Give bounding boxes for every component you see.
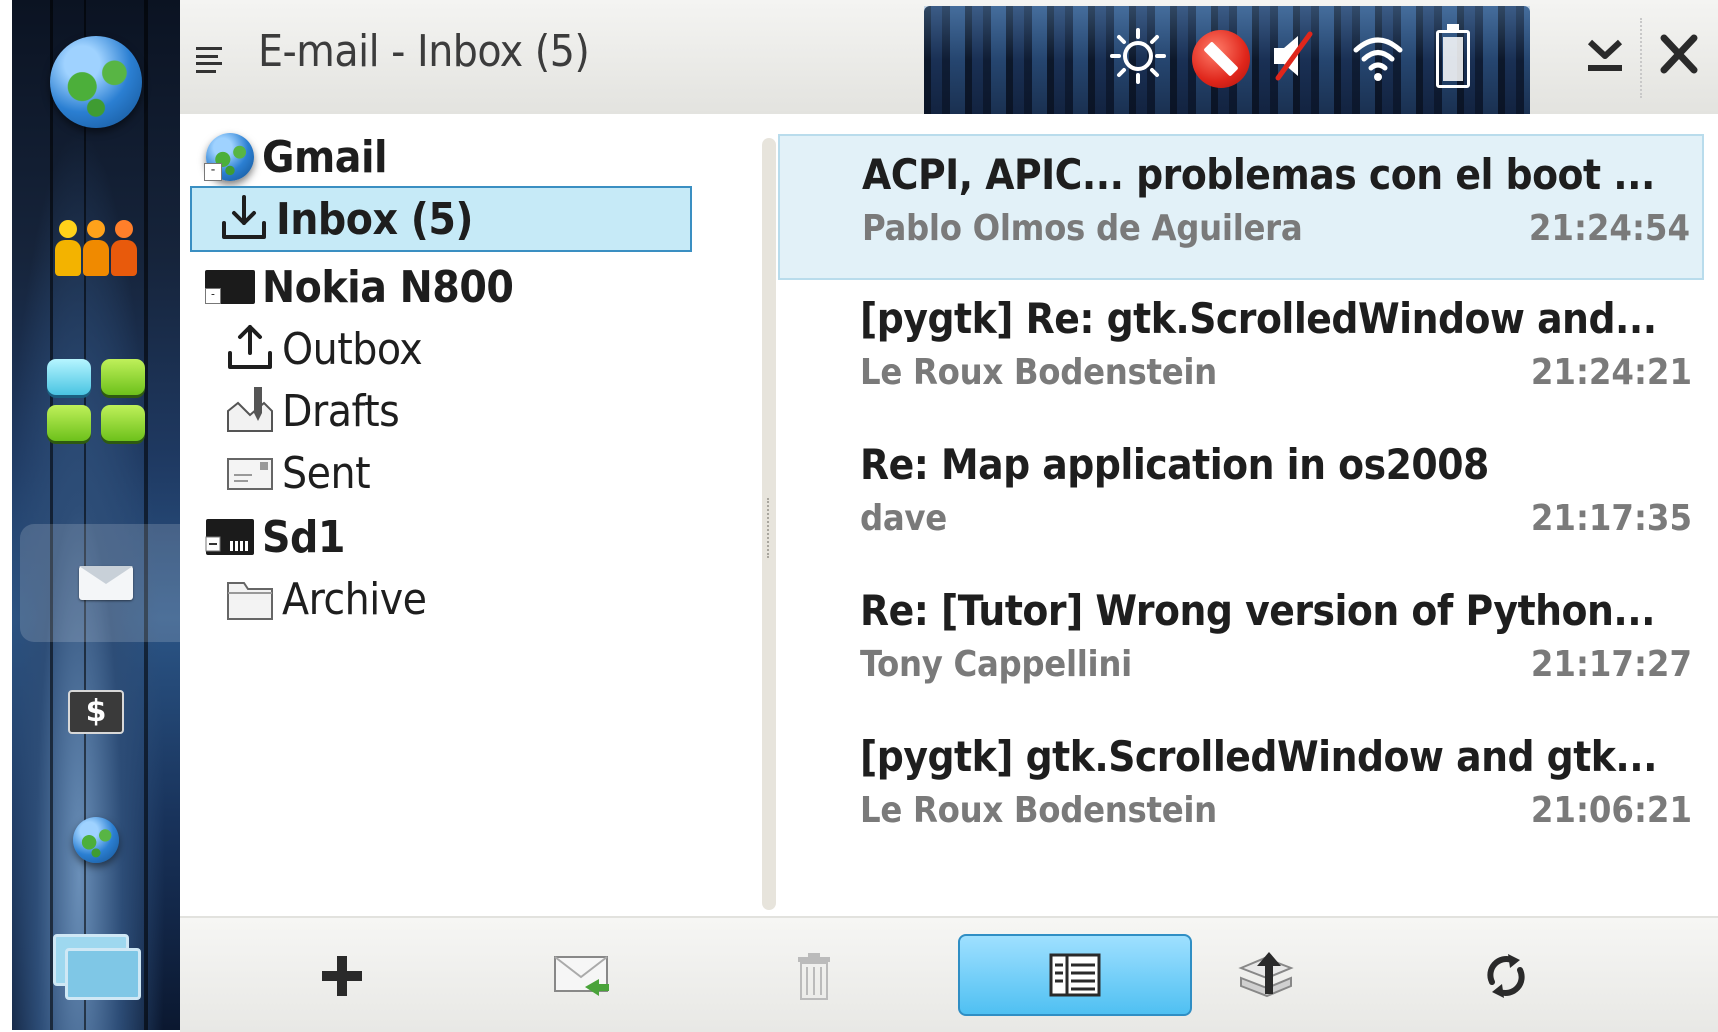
wifi-icon[interactable] — [1350, 28, 1406, 84]
folder-tree: - Gmail Inbox (5) - Nokia N800 Outbox Dr… — [180, 114, 740, 914]
applications-icon — [47, 359, 145, 441]
message-sender: Tony Cappellini — [860, 644, 1132, 685]
web-browser-icon — [50, 36, 142, 128]
volume-muted-icon[interactable] — [1268, 28, 1316, 84]
message-time: 21:24:54 — [1528, 208, 1690, 249]
folder-label: Nokia N800 — [262, 261, 514, 313]
folder-icon — [227, 582, 273, 620]
message-row[interactable]: [pygtk] Re: gtk.ScrolledWindow and... Le… — [778, 280, 1704, 426]
presence-offline-icon[interactable] — [1192, 30, 1250, 88]
folder-item-nokia-n800[interactable]: - Nokia N800 — [204, 254, 684, 320]
contacts-icon — [55, 220, 137, 276]
message-time: 21:24:21 — [1530, 352, 1692, 393]
send-receive-icon — [554, 956, 609, 996]
refresh-button[interactable] — [1456, 938, 1556, 1014]
menu-icon[interactable] — [196, 47, 222, 73]
window-title[interactable]: E-mail - Inbox (5) — [258, 26, 590, 77]
folder-item-sent[interactable]: Sent — [224, 440, 684, 506]
new-message-button[interactable] — [292, 938, 392, 1014]
money-button[interactable]: $ — [12, 652, 180, 772]
chevron-down-icon — [1587, 39, 1623, 71]
send-receive-button[interactable] — [532, 938, 632, 1014]
message-subject: ACPI, APIC... problemas con el boot ... — [862, 150, 1655, 199]
folder-item-gmail[interactable]: - Gmail — [204, 124, 684, 190]
task-switcher-icon — [53, 934, 141, 1000]
move-to-folder-icon — [1238, 952, 1294, 998]
folder-item-inbox[interactable]: Inbox (5) — [190, 186, 692, 252]
globe-icon: - — [204, 131, 256, 183]
message-time: 21:06:21 — [1530, 790, 1692, 831]
status-area — [924, 6, 1530, 114]
applications-button[interactable] — [12, 340, 180, 460]
folder-item-sd1[interactable]: Sd1 — [204, 504, 684, 570]
close-button[interactable] — [1640, 26, 1718, 86]
email-button[interactable] — [20, 524, 192, 642]
close-icon — [1660, 34, 1698, 74]
message-sender: Le Roux Bodenstein — [860, 790, 1217, 831]
inbox-icon — [222, 195, 266, 239]
folder-label: Archive — [282, 573, 427, 625]
delete-button[interactable] — [764, 938, 864, 1014]
folder-item-drafts[interactable]: Drafts — [224, 378, 684, 444]
folder-label: Drafts — [282, 385, 400, 437]
folder-label: Outbox — [282, 323, 423, 375]
message-sender: Le Roux Bodenstein — [860, 352, 1217, 393]
message-list-view-button[interactable] — [958, 934, 1192, 1016]
message-list: ACPI, APIC... problemas con el boot ... … — [778, 134, 1708, 874]
brightness-icon[interactable] — [1110, 28, 1166, 84]
task-switcher-button[interactable] — [12, 904, 180, 1024]
divider-grip[interactable] — [767, 498, 773, 558]
folder-label: Inbox (5) — [276, 193, 473, 245]
launcher-panel: $ — [12, 0, 192, 1030]
outbox-icon — [228, 325, 272, 369]
message-sender: dave — [860, 498, 947, 539]
message-time: 21:17:27 — [1530, 644, 1692, 685]
message-list-view-icon — [1049, 953, 1101, 997]
money-icon: $ — [68, 690, 124, 734]
folder-label: Sent — [282, 447, 371, 499]
internet-icon — [73, 817, 119, 863]
folder-item-outbox[interactable]: Outbox — [224, 316, 684, 382]
pane-divider[interactable] — [762, 138, 776, 910]
battery-icon[interactable] — [1436, 24, 1470, 88]
new-message-icon — [322, 956, 362, 996]
message-row[interactable]: Re: Map application in os2008 dave 21:17… — [778, 426, 1704, 572]
web-browser-button[interactable] — [12, 22, 180, 142]
refresh-icon — [1487, 954, 1525, 998]
email-icon — [79, 566, 133, 600]
title-bar: E-mail - Inbox (5) — [180, 0, 1718, 114]
device-icon: - — [204, 261, 256, 313]
message-sender: Pablo Olmos de Aguilera — [862, 208, 1303, 249]
email-window: E-mail - Inbox (5) - Gmail Inbox (5) - N… — [180, 0, 1718, 1032]
delete-icon — [798, 953, 830, 1000]
folder-item-archive[interactable]: Archive — [224, 566, 684, 632]
message-row[interactable]: [pygtk] gtk.ScrolledWindow and gtk... Le… — [778, 718, 1704, 864]
sent-icon — [227, 458, 273, 490]
folder-label: Gmail — [262, 131, 388, 183]
message-row[interactable]: Re: [Tutor] Wrong version of Python... T… — [778, 572, 1704, 718]
message-subject: [pygtk] gtk.ScrolledWindow and gtk... — [860, 732, 1657, 781]
internet-button[interactable] — [12, 780, 180, 900]
minimize-button[interactable] — [1570, 26, 1640, 86]
message-row[interactable]: ACPI, APIC... problemas con el boot ... … — [778, 134, 1704, 280]
contacts-button[interactable] — [12, 188, 180, 308]
message-subject: Re: [Tutor] Wrong version of Python... — [860, 586, 1655, 635]
drafts-icon — [227, 387, 273, 432]
message-subject: Re: Map application in os2008 — [860, 440, 1489, 489]
message-subject: [pygtk] Re: gtk.ScrolledWindow and... — [860, 294, 1657, 343]
bottom-toolbar — [180, 916, 1718, 1032]
memory-card-icon — [205, 519, 254, 555]
move-to-folder-button[interactable] — [1216, 938, 1316, 1014]
message-time: 21:17:35 — [1530, 498, 1692, 539]
folder-label: Sd1 — [262, 511, 345, 563]
